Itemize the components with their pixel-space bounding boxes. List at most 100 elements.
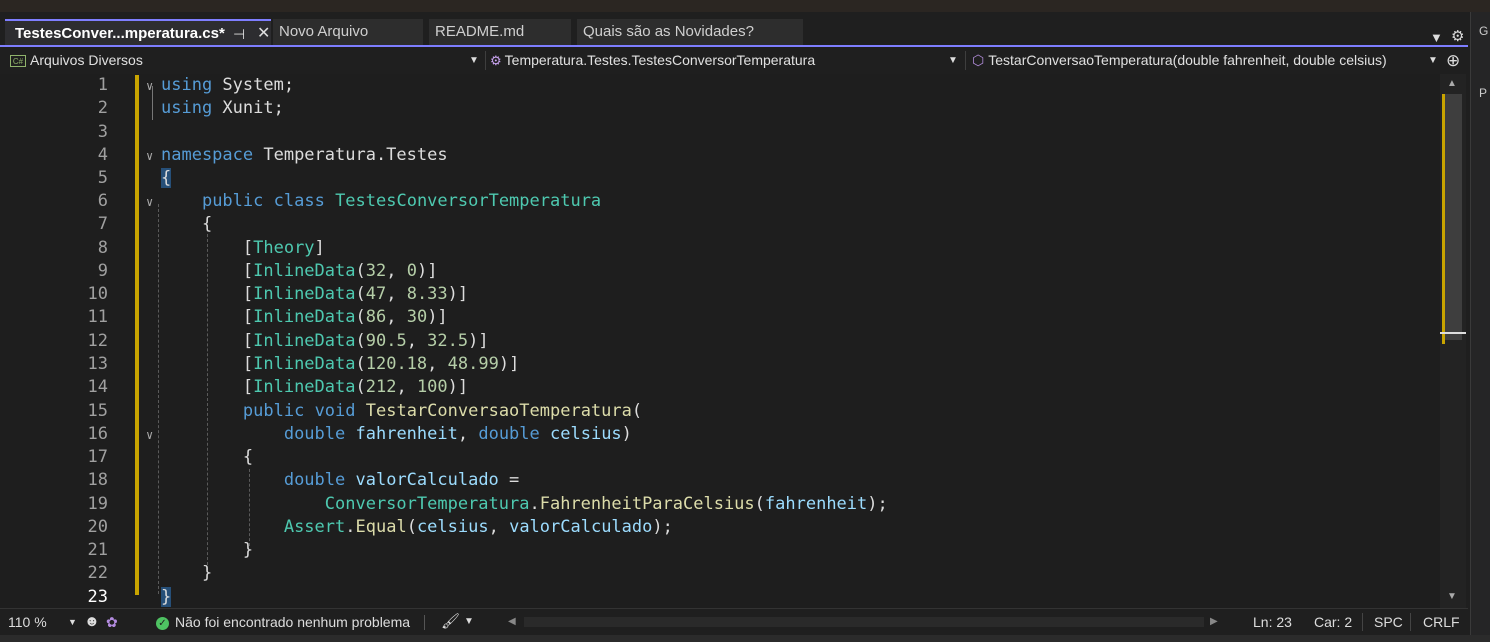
chevron-down-icon[interactable]: ▼ xyxy=(1428,48,1438,73)
line-number: 16 xyxy=(87,424,108,444)
line-number: 4 xyxy=(97,145,108,165)
caret-position-marker xyxy=(1440,332,1466,334)
line-number: 18 xyxy=(87,470,108,490)
divider xyxy=(1362,613,1363,631)
fold-icon[interactable]: ∨ xyxy=(146,428,153,442)
code-line: double fahrenheit, double celsius) xyxy=(283,424,632,444)
divider xyxy=(485,51,486,70)
type-label: Temperatura.Testes.TestesConversorTemper… xyxy=(504,52,816,68)
change-map-marker xyxy=(1442,94,1445,344)
tab-label: TestesConver...mperatura.cs* xyxy=(15,25,225,42)
class-icon: ⚙ xyxy=(490,53,502,68)
divider xyxy=(1410,613,1411,631)
code-line: Assert.Equal(celsius, valorCalculado); xyxy=(283,517,673,537)
method-icon: ⬡ xyxy=(972,52,985,68)
line-number: 3 xyxy=(97,122,108,142)
tab-novidades[interactable]: Quais são as Novidades? xyxy=(577,19,803,45)
code-line: namespace Temperatura.Testes xyxy=(161,145,448,165)
tab-readme[interactable]: README.md xyxy=(429,19,571,45)
code-line: [InlineData(212, 100)] xyxy=(161,377,469,397)
type-dropdown[interactable]: ⚙ Temperatura.Testes.TestesConversorTempe… xyxy=(490,48,950,73)
code-line: [Theory] xyxy=(161,238,325,258)
issues-indicator[interactable]: ✓ Não foi encontrado nenhum problema xyxy=(156,609,410,635)
code-line: { xyxy=(161,447,254,467)
line-number: 22 xyxy=(87,563,108,583)
divider xyxy=(424,615,425,630)
chevron-down-icon: ▼ xyxy=(68,617,77,627)
code-line: } xyxy=(161,563,213,583)
line-number: 17 xyxy=(87,447,108,467)
intellicode-icon[interactable]: ✿ xyxy=(106,609,118,635)
issues-text: Não foi encontrado nenhum problema xyxy=(175,614,411,630)
code-line: [InlineData(32, 0)] xyxy=(161,261,438,281)
code-line: [InlineData(120.18, 48.99)] xyxy=(161,354,520,374)
code-editor[interactable]: 1 2 3 4 5 6 7 8 9 10 11 12 13 14 15 16 17 18 19 20 21 22 23 ∨ … xyxy=(0,74,1440,608)
indent-mode-indicator[interactable]: SPC xyxy=(1374,609,1403,635)
scroll-thumb[interactable] xyxy=(1444,94,1462,340)
line-number: 19 xyxy=(87,494,108,514)
code-line: public void TestarConversaoTemperatura( xyxy=(242,401,643,421)
bottom-edge xyxy=(0,635,1490,642)
copilot-icon[interactable]: ☻ xyxy=(84,609,100,635)
line-number: 6 xyxy=(97,191,108,211)
change-indicator-bar xyxy=(135,75,139,595)
scroll-right-icon[interactable]: ▶ xyxy=(1210,609,1218,635)
line-number: 2 xyxy=(97,98,108,118)
line-number: 20 xyxy=(87,517,108,537)
line-number: 13 xyxy=(87,354,108,374)
chevron-down-icon[interactable]: ▼ xyxy=(469,48,479,73)
vertical-scrollbar[interactable]: ▲ ▼ xyxy=(1440,74,1466,608)
line-number: 10 xyxy=(87,284,108,304)
gear-icon[interactable]: ⚙ xyxy=(1451,27,1464,45)
cleanup-brush-icon[interactable]: 🖌 xyxy=(441,609,460,635)
project-dropdown[interactable]: C# Arquivos Diversos xyxy=(10,48,480,73)
zoom-dropdown[interactable]: 110 % ▼ xyxy=(8,609,78,635)
line-indicator[interactable]: Ln: 23 xyxy=(1253,609,1292,635)
scroll-up-icon[interactable]: ▲ xyxy=(1447,78,1457,89)
horizontal-scrollbar[interactable] xyxy=(524,617,1204,627)
line-number: 1 xyxy=(97,75,108,95)
fold-icon[interactable]: ∨ xyxy=(146,195,153,209)
navigation-bar: C# Arquivos Diversos ▼ ⚙ Temperatura.Teste… xyxy=(0,48,1470,73)
tab-list-dropdown-icon[interactable]: ▼ xyxy=(1430,30,1443,45)
line-number: 12 xyxy=(87,331,108,351)
line-number: 9 xyxy=(97,261,108,281)
chevron-down-icon[interactable]: ▼ xyxy=(948,48,958,73)
code-line: ConversorTemperatura.FahrenheitParaCelsi… xyxy=(324,494,888,514)
chevron-down-icon[interactable]: ▼ xyxy=(464,609,474,635)
line-number: 11 xyxy=(87,307,108,327)
tab-accent-line xyxy=(0,45,1468,47)
tab-label: README.md xyxy=(435,23,525,40)
indent-guide xyxy=(158,204,159,594)
code-line: [InlineData(90.5, 32.5)] xyxy=(161,331,489,351)
editor-status-bar: 110 % ▼ ☻ ✿ ✓ Não foi encontrado nenhum p… xyxy=(0,608,1468,635)
tab-testes-conversor[interactable]: TestesConver...mperatura.cs* ⊣ ✕ xyxy=(5,19,271,45)
code-line: { xyxy=(161,214,213,234)
side-panel-edge: G P xyxy=(1470,12,1490,642)
code-line: double valorCalculado = xyxy=(283,470,520,490)
fold-icon[interactable]: ∨ xyxy=(146,79,153,93)
fold-icon[interactable]: ∨ xyxy=(146,149,153,163)
code-line: } xyxy=(161,540,254,560)
code-line: using Xunit; xyxy=(161,98,284,118)
document-tab-strip: TestesConver...mperatura.cs* ⊣ ✕ Novo Ar… xyxy=(0,12,1470,45)
code-line: using System; xyxy=(161,75,295,95)
pin-icon[interactable]: ⊣ xyxy=(233,21,245,45)
code-line: } xyxy=(161,587,172,607)
close-icon[interactable]: ✕ xyxy=(257,21,270,45)
scroll-left-icon[interactable]: ◀ xyxy=(508,609,516,635)
split-editor-icon[interactable]: ⊕ xyxy=(1446,48,1460,73)
tab-novo-arquivo[interactable]: Novo Arquivo xyxy=(273,19,423,45)
code-line: [InlineData(86, 30)] xyxy=(161,307,448,327)
code-line: [InlineData(47, 8.33)] xyxy=(161,284,469,304)
line-number: 14 xyxy=(87,377,108,397)
column-indicator[interactable]: Car: 2 xyxy=(1314,609,1352,635)
line-number: 21 xyxy=(87,540,108,560)
member-dropdown[interactable]: ⬡ TestarConversaoTemperatura(double fahre… xyxy=(972,48,1427,73)
line-number: 8 xyxy=(97,238,108,258)
code-line: public class TestesConversorTemperatura xyxy=(201,191,602,211)
tab-label: Novo Arquivo xyxy=(279,23,369,40)
line-ending-indicator[interactable]: CRLF xyxy=(1423,609,1460,635)
line-number: 15 xyxy=(87,401,108,421)
scroll-down-icon[interactable]: ▼ xyxy=(1447,591,1457,602)
